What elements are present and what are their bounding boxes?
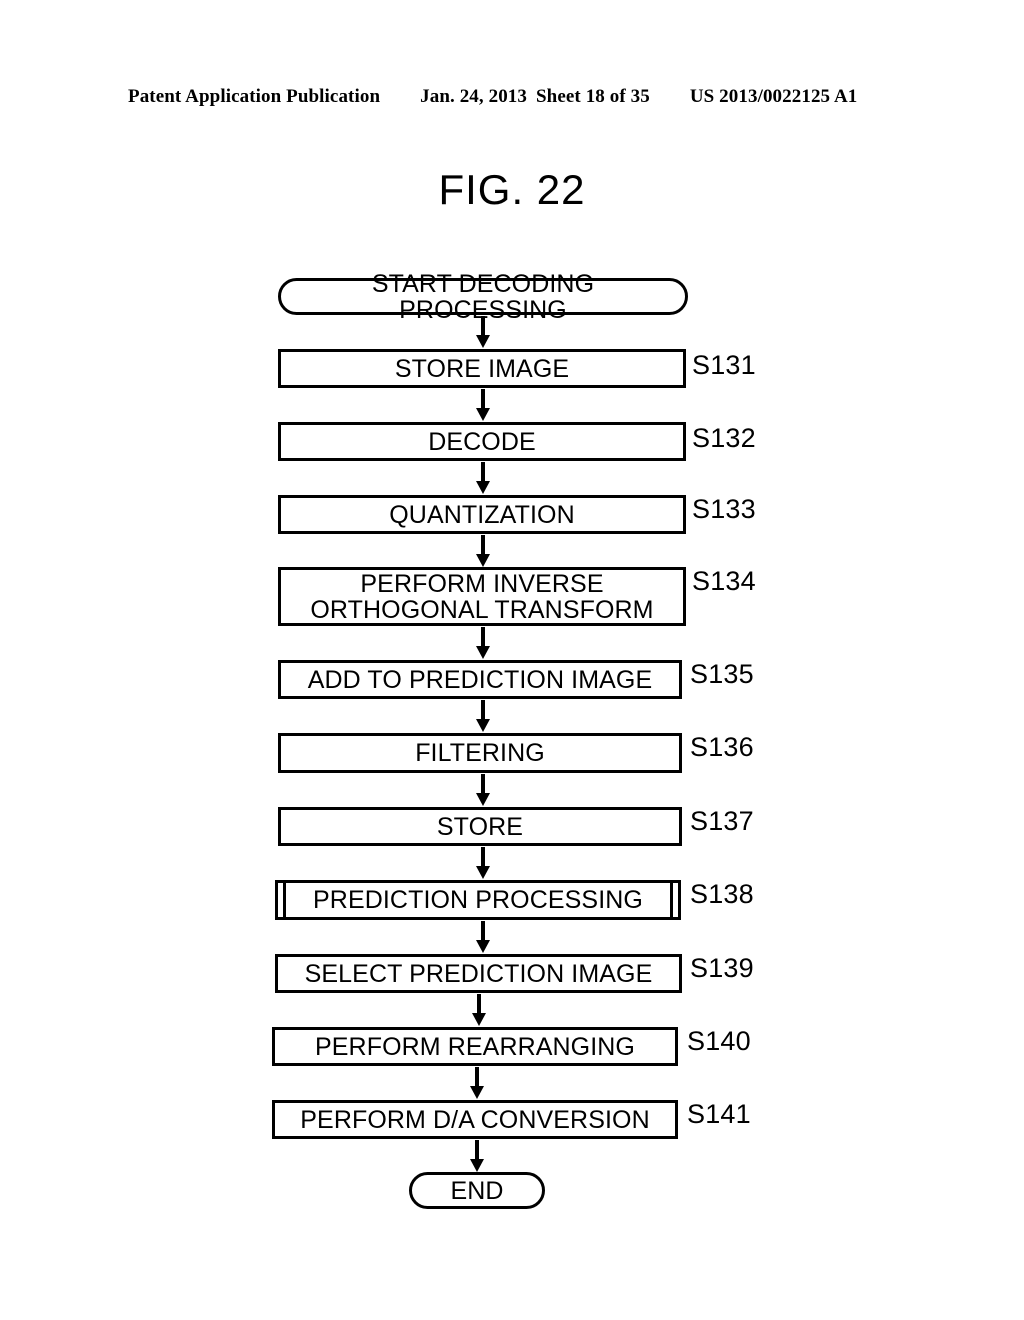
step-tag-s131: S131 xyxy=(692,350,756,380)
step-tag-s136: S136 xyxy=(690,732,754,762)
flow-node-s140: PERFORM REARRANGING xyxy=(272,1027,678,1066)
flow-node-s134: PERFORM INVERSE ORTHOGONAL TRANSFORM xyxy=(278,567,686,626)
flow-node-label: QUANTIZATION xyxy=(389,500,575,529)
flowchart-diagram: START DECODING PROCESSING STORE IMAGE S1… xyxy=(0,0,1024,1320)
step-tag-s139: S139 xyxy=(690,953,754,983)
step-tag-s134: S134 xyxy=(692,566,756,596)
flow-node-label: END xyxy=(450,1176,504,1205)
flow-node-s133: QUANTIZATION xyxy=(278,495,686,534)
flow-node-end: END xyxy=(409,1172,545,1209)
step-tag-s133: S133 xyxy=(692,494,756,524)
flow-arrow-s133-to-s134 xyxy=(476,535,490,567)
flow-arrow-s139-to-s140 xyxy=(472,994,486,1026)
flow-arrow-s137-to-s138 xyxy=(476,847,490,879)
flow-node-label: START DECODING PROCESSING xyxy=(371,269,595,324)
flow-arrow-s132-to-s133 xyxy=(476,462,490,494)
flow-arrow-s134-to-s135 xyxy=(476,627,490,659)
flow-node-label: PERFORM D/A CONVERSION xyxy=(300,1105,650,1134)
step-tag-s140: S140 xyxy=(687,1026,751,1056)
flow-node-s139: SELECT PREDICTION IMAGE xyxy=(275,954,682,993)
step-tag-s132: S132 xyxy=(692,423,756,453)
flow-node-s141: PERFORM D/A CONVERSION xyxy=(272,1100,678,1139)
flow-node-label: PERFORM INVERSE ORTHOGONAL TRANSFORM xyxy=(310,569,654,624)
flow-arrow-s135-to-s136 xyxy=(476,700,490,732)
step-tag-s141: S141 xyxy=(687,1099,751,1129)
flow-arrow-s138-to-s139 xyxy=(476,921,490,953)
flow-node-s138: PREDICTION PROCESSING xyxy=(275,880,681,920)
flow-node-label: STORE xyxy=(436,812,524,841)
step-tag-s138: S138 xyxy=(690,879,754,909)
flow-node-s136: FILTERING xyxy=(278,733,682,773)
flow-node-label: ADD TO PREDICTION IMAGE xyxy=(307,665,653,694)
flow-node-s137: STORE xyxy=(278,807,682,846)
flow-node-start: START DECODING PROCESSING xyxy=(278,271,688,323)
step-tag-s135: S135 xyxy=(690,659,754,689)
flow-node-label: FILTERING xyxy=(415,739,545,767)
flow-arrow-s136-to-s137 xyxy=(476,774,490,806)
flow-arrow-start-to-s131 xyxy=(476,316,490,348)
flow-arrow-s140-to-s141 xyxy=(470,1067,484,1099)
flow-node-label: PERFORM REARRANGING xyxy=(315,1032,635,1061)
flow-arrow-s141-to-end xyxy=(470,1140,484,1172)
flow-node-label: DECODE xyxy=(428,427,536,456)
flow-node-label: STORE IMAGE xyxy=(394,354,570,383)
flow-node-label: SELECT PREDICTION IMAGE xyxy=(304,959,653,988)
flow-node-s135: ADD TO PREDICTION IMAGE xyxy=(278,660,682,699)
flow-node-s132: DECODE xyxy=(278,422,686,461)
flow-node-label: PREDICTION PROCESSING xyxy=(313,886,643,914)
step-tag-s137: S137 xyxy=(690,806,754,836)
flow-arrow-s131-to-s132 xyxy=(476,389,490,421)
flow-node-s131: STORE IMAGE xyxy=(278,349,686,388)
